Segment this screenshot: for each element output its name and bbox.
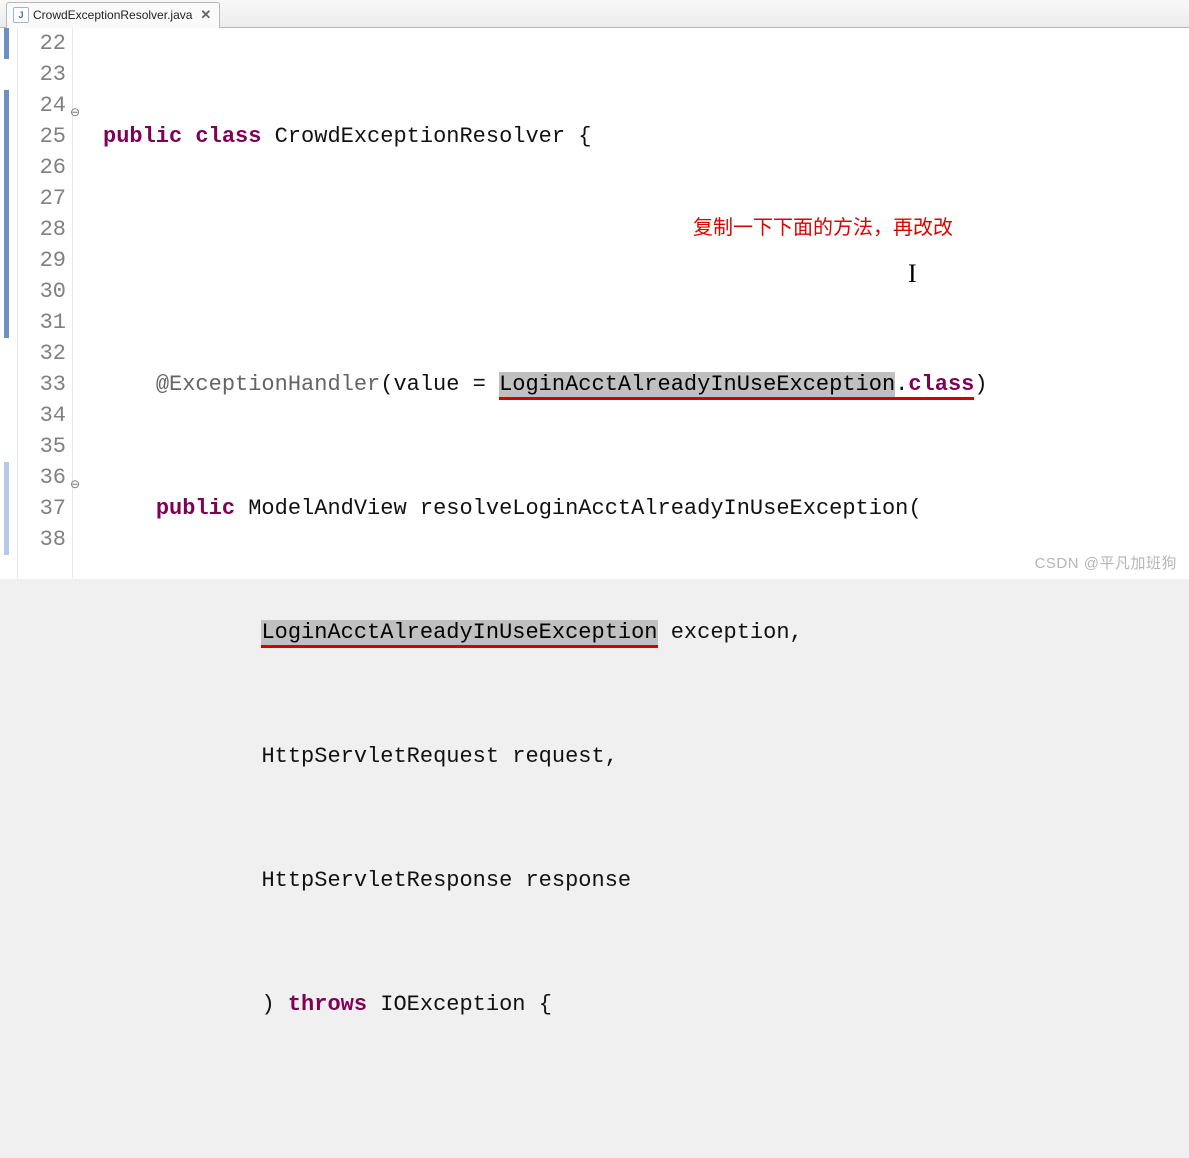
line-number: 23 [18, 59, 66, 90]
line-number: 28 [18, 214, 66, 245]
line-number: 36⊖ [18, 462, 66, 493]
watermark: CSDN @平凡加班狗 [1035, 552, 1177, 573]
line-number: 33 [18, 369, 66, 400]
code-line: HttpServletResponse response [103, 865, 1189, 896]
code-line [103, 245, 1189, 276]
close-tab-icon[interactable]: ✕ [200, 8, 211, 21]
code-editor[interactable]: 22 23 24⊖ 25 26 27 28 29 30 31 32 33 34 … [0, 28, 1189, 579]
code-line: @ExceptionHandler(value = LoginAcctAlrea… [103, 369, 1189, 400]
line-number: 37 [18, 493, 66, 524]
code-line: public class CrowdExceptionResolver { [103, 121, 1189, 152]
line-number: 26 [18, 152, 66, 183]
line-number: 24⊖ [18, 90, 66, 121]
line-number: 35 [18, 431, 66, 462]
line-number-gutter: 22 23 24⊖ 25 26 27 28 29 30 31 32 33 34 … [18, 28, 73, 579]
line-number: 29 [18, 245, 66, 276]
file-tab[interactable]: J CrowdExceptionResolver.java ✕ [6, 2, 220, 28]
code-line [103, 1113, 1189, 1144]
chinese-annotation: 复制一下下面的方法，再改改 [693, 213, 953, 244]
code-content[interactable]: public class CrowdExceptionResolver { @E… [73, 28, 1189, 579]
code-line: ) throws IOException { [103, 989, 1189, 1020]
code-line: public ModelAndView resolveLoginAcctAlre… [103, 493, 1189, 524]
line-number: 25 [18, 121, 66, 152]
change-marker-column [0, 28, 18, 579]
line-number: 38 [18, 524, 66, 555]
line-number: 27 [18, 183, 66, 214]
editor-tab-bar: J CrowdExceptionResolver.java ✕ [0, 0, 1189, 28]
java-file-icon: J [13, 7, 29, 23]
code-line: HttpServletRequest request, [103, 741, 1189, 772]
file-tab-title: CrowdExceptionResolver.java [33, 8, 192, 22]
code-line: LoginAcctAlreadyInUseException exception… [103, 617, 1189, 648]
text-cursor-icon: I [908, 258, 917, 289]
line-number: 32 [18, 338, 66, 369]
line-number: 30 [18, 276, 66, 307]
line-number: 34 [18, 400, 66, 431]
line-number: 31 [18, 307, 66, 338]
line-number: 22 [18, 28, 66, 59]
